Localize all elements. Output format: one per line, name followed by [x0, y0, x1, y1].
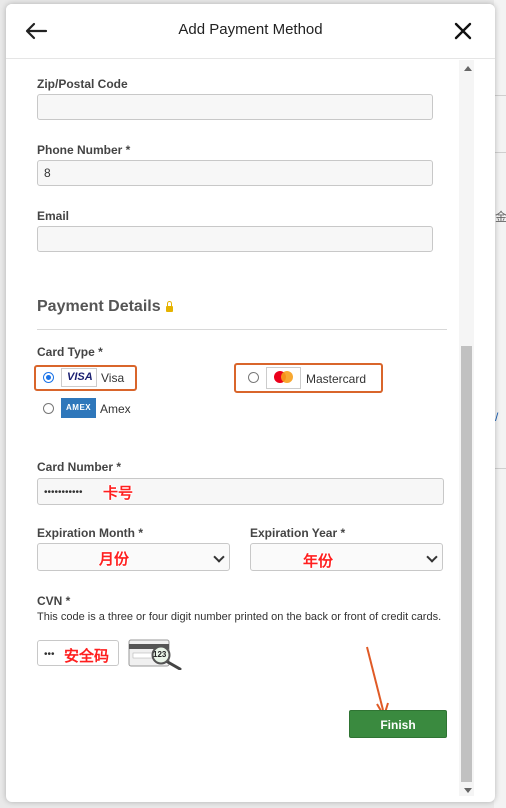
amex-radio[interactable] — [43, 403, 54, 414]
card-number-annotation: 卡号 — [103, 485, 134, 502]
phone-input[interactable]: 8 — [37, 160, 433, 186]
background-divider — [494, 152, 506, 153]
payment-details-heading: Payment Details — [37, 298, 173, 316]
background-divider — [494, 468, 506, 469]
card-number-label: Card Number * — [37, 460, 122, 474]
month-annotation: 月份 — [99, 551, 130, 568]
cvn-annotation: 安全码 — [64, 648, 110, 665]
amex-logo-text: AMEX — [66, 403, 92, 412]
payment-modal: Add Payment Method Zip/Postal Code Phone… — [6, 4, 495, 802]
modal-title: Add Payment Method — [178, 21, 323, 38]
visa-logo: VISA — [61, 368, 97, 387]
cvn-description: This code is a three or four digit numbe… — [37, 611, 442, 623]
background-page — [494, 0, 506, 808]
amex-logo: AMEX — [61, 398, 96, 418]
exp-month-label: Expiration Month * — [37, 526, 143, 540]
background-text: 金 — [495, 210, 506, 224]
visa-radio[interactable] — [43, 372, 54, 383]
amex-label: Amex — [100, 402, 131, 416]
finish-button[interactable]: Finish — [349, 710, 447, 738]
mastercard-label: Mastercard — [306, 372, 367, 386]
card-type-label: Card Type * — [37, 345, 103, 359]
zip-label: Zip/Postal Code — [37, 77, 128, 91]
background-text: / — [495, 410, 499, 424]
close-icon[interactable] — [450, 18, 476, 44]
mastercard-logo-icon — [274, 371, 293, 383]
scrollbar-thumb[interactable] — [461, 346, 472, 782]
zip-input[interactable] — [37, 94, 433, 120]
exp-year-label: Expiration Year * — [250, 526, 346, 540]
exp-year-select[interactable] — [250, 543, 443, 571]
scroll-down-icon[interactable] — [464, 788, 472, 793]
modal-header: Add Payment Method — [6, 4, 495, 59]
visa-logo-text: VISA — [67, 371, 93, 383]
card-number-value: ••••••••••• — [44, 487, 83, 498]
background-divider — [494, 95, 506, 96]
year-annotation: 年份 — [303, 553, 334, 570]
visa-label: Visa — [101, 371, 125, 385]
payment-details-title: Payment Details — [37, 298, 161, 315]
card-number-input[interactable]: ••••••••••• — [37, 478, 444, 505]
chevron-down-icon — [213, 551, 225, 563]
lock-icon — [165, 301, 173, 312]
email-label: Email — [37, 209, 70, 223]
email-input[interactable] — [37, 226, 433, 252]
cvn-card-digits: 123 — [153, 650, 167, 659]
chevron-down-icon — [426, 551, 438, 563]
scroll-up-icon[interactable] — [464, 66, 472, 71]
section-divider — [37, 329, 447, 330]
exp-month-select[interactable] — [37, 543, 230, 571]
cvn-value: ••• — [44, 649, 55, 660]
phone-label: Phone Number * — [37, 143, 131, 157]
mastercard-logo — [266, 367, 301, 389]
cvn-label: CVN * — [37, 594, 71, 608]
mastercard-radio[interactable] — [248, 372, 259, 383]
arrow-annotation-icon — [366, 646, 389, 717]
